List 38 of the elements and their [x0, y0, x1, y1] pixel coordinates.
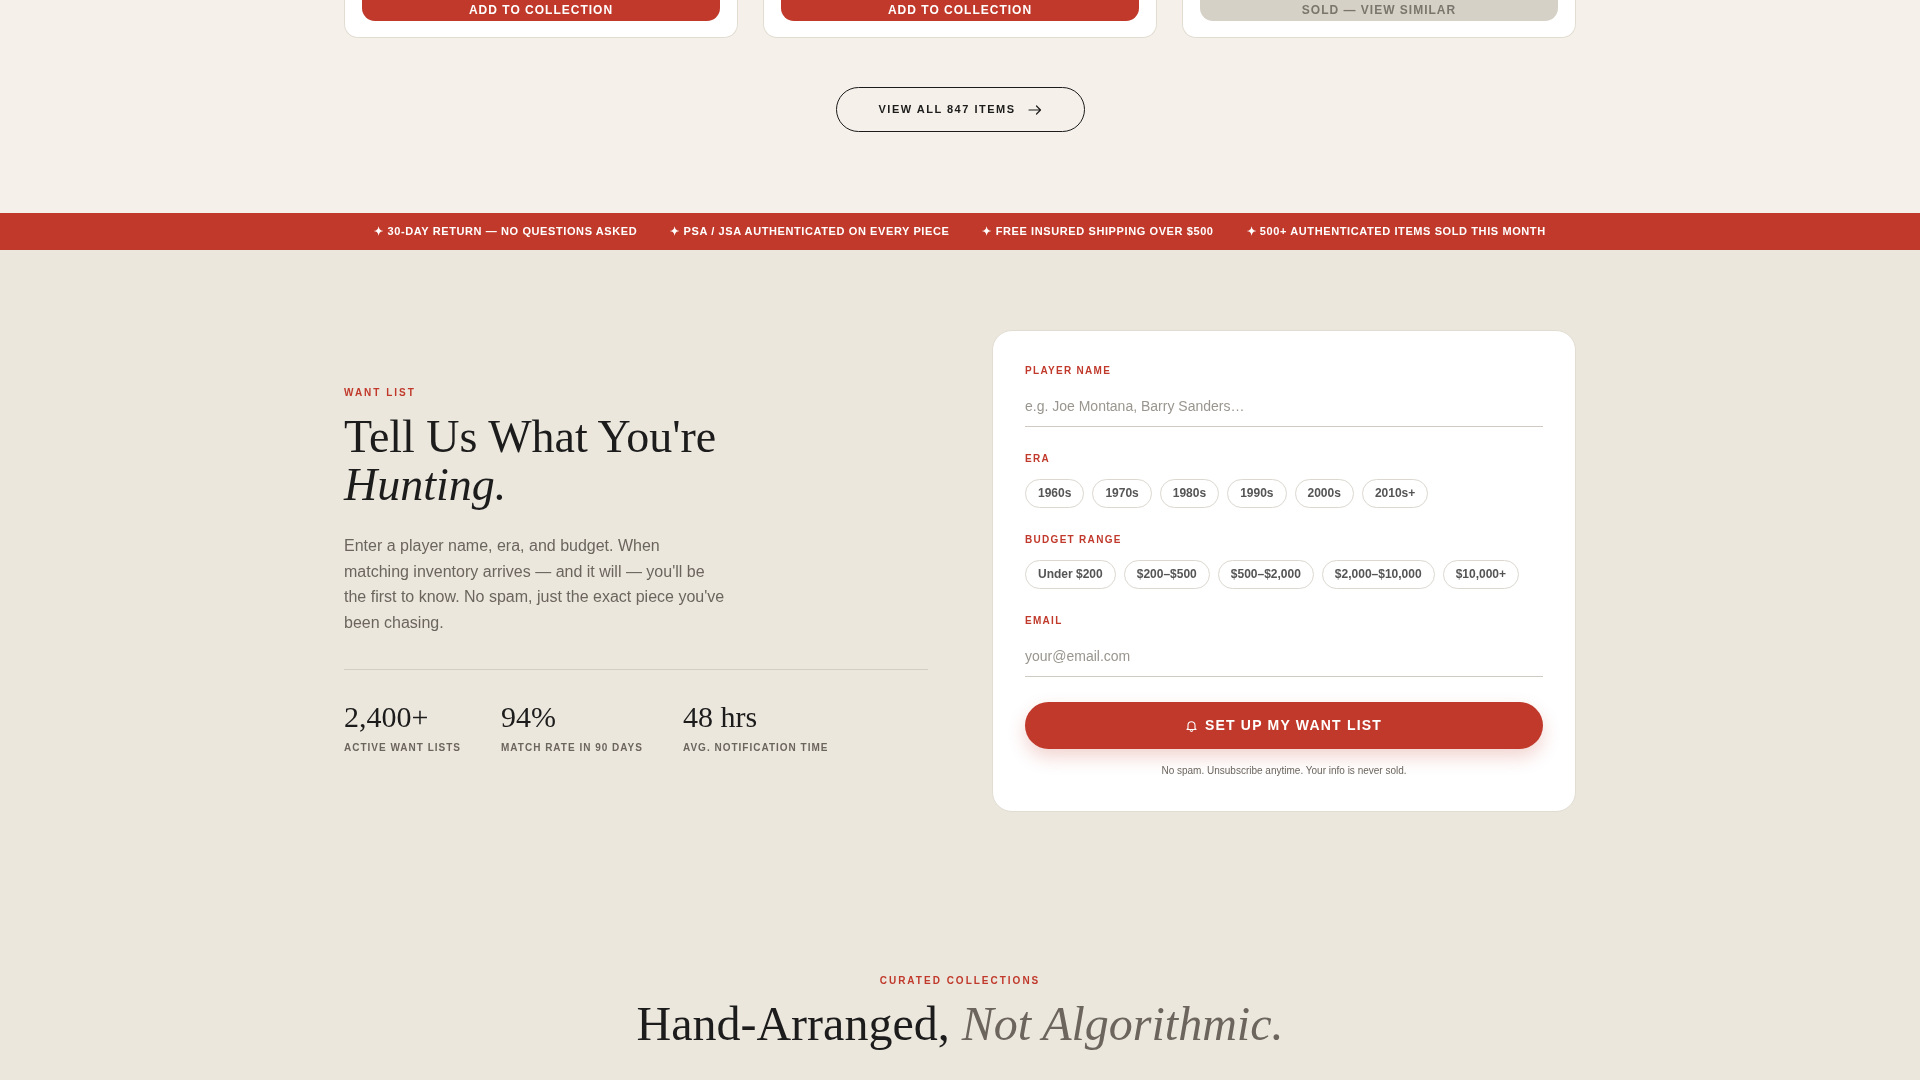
option-chip[interactable]: 1980s: [1159, 479, 1220, 508]
option-chip[interactable]: $2,000–$10,000: [1321, 560, 1435, 589]
option-chip[interactable]: 1970s: [1092, 479, 1152, 508]
stat-label: MATCH RATE IN 90 DAYS: [501, 741, 643, 756]
input-field[interactable]: e.g. Joe Montana, Barry Sanders…: [1025, 388, 1543, 427]
banner-text: ✦ FREE INSURED SHIPPING OVER $500: [982, 224, 1214, 240]
field-label: EMAIL: [1025, 615, 1064, 627]
field-label: BUDGET RANGE: [1025, 534, 1123, 546]
submit-button[interactable]: SET UP MY WANT LIST: [1025, 702, 1543, 749]
option-chip[interactable]: $200–$500: [1123, 560, 1210, 589]
field-label: PLAYER NAME: [1025, 365, 1113, 377]
bell-icon: [1185, 719, 1197, 732]
stat-value: 94%: [501, 700, 557, 734]
email-field[interactable]: your@email.com: [1025, 638, 1543, 677]
add-to-collection-button[interactable]: ADD TO COLLECTION: [781, 0, 1139, 21]
option-chip[interactable]: 1960s: [1025, 479, 1085, 508]
add-to-collection-button[interactable]: ADD TO COLLECTION: [362, 0, 720, 21]
option-chip[interactable]: 1990s: [1227, 479, 1287, 508]
section-eyebrow: CURATED COLLECTIONS: [878, 975, 1042, 987]
arrow-right-icon: [1027, 104, 1042, 115]
option-chip[interactable]: 2000s: [1294, 479, 1354, 508]
form-note: No spam. Unsubscribe anytime. Your info is never sold.: [1160, 764, 1408, 778]
stat-label: ACTIVE WANT LISTS: [344, 741, 461, 756]
banner-text: ✦ 500+ AUTHENTICATED ITEMS SOLD THIS MONTH: [1246, 224, 1546, 240]
stat-value: 2,400+: [344, 700, 430, 734]
banner-text: ✦ PSA / JSA AUTHENTICATED ON EVERY PIECE: [670, 224, 950, 240]
field-label: ERA: [1025, 453, 1051, 465]
option-chip[interactable]: $10,000+: [1442, 560, 1519, 589]
section-description: Enter a player name, era, and budget. When matching inventory arrives — and it will — you'll be the first to know. No spam, just the exact piece you've been chasing.: [344, 536, 726, 633]
stat-value: 48 hrs: [682, 700, 759, 734]
banner-text: ✦ 30-DAY RETURN — NO QUESTIONS ASKED: [374, 224, 638, 240]
section-eyebrow: WANT LIST: [344, 386, 417, 399]
option-chip[interactable]: Under $200: [1025, 560, 1116, 589]
stat-label: AVG. NOTIFICATION TIME: [682, 741, 829, 756]
section-heading: Tell Us What You're Hunting.: [344, 412, 718, 510]
option-chip[interactable]: 2010s+: [1361, 479, 1429, 508]
option-chip[interactable]: $500–$2,000: [1217, 560, 1314, 589]
section-heading: Hand-Arranged, Not Algorithmic.: [635, 998, 1285, 1051]
